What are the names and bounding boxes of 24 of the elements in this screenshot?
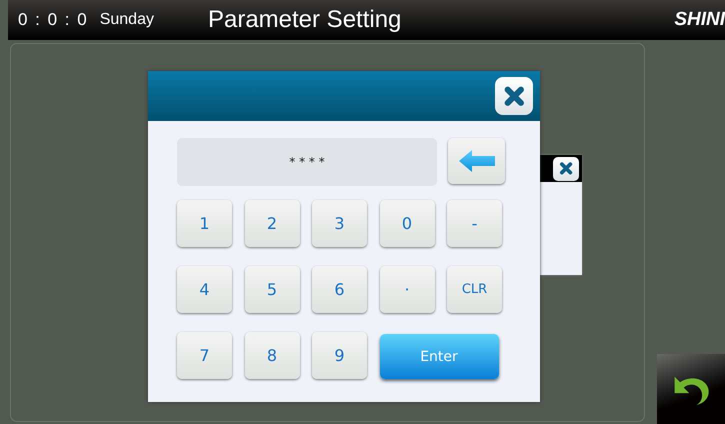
screen-title: Parameter Setting [208, 6, 402, 34]
clock-time: 0 : 0 : 0 [18, 10, 87, 30]
close-button[interactable] [495, 77, 533, 115]
keypad-key[interactable]: · [380, 266, 434, 313]
keypad-key[interactable]: 7 [177, 332, 232, 379]
back-button[interactable] [657, 354, 725, 424]
enter-button[interactable]: Enter [380, 334, 498, 379]
input-field[interactable]: * * * * [177, 138, 437, 186]
keypad-key[interactable]: 8 [244, 332, 300, 379]
logo: SHINI [674, 9, 725, 31]
keypad-key[interactable]: CLR [447, 266, 502, 313]
close-button[interactable] [553, 156, 579, 180]
keypad-key[interactable]: 5 [244, 266, 300, 313]
keypad-key[interactable]: 0 [380, 200, 434, 247]
keypad-key[interactable]: 4 [177, 266, 232, 313]
keypad-key[interactable]: 6 [312, 266, 367, 313]
backspace-button[interactable] [448, 138, 505, 184]
keypad-key[interactable]: 3 [312, 200, 367, 247]
keypad-key[interactable]: - [447, 200, 502, 247]
keypad-key[interactable]: 9 [312, 332, 367, 379]
keypad-key[interactable]: 2 [244, 200, 300, 247]
weekday: Sunday [100, 11, 154, 29]
keypad-key[interactable]: 1 [177, 200, 232, 247]
left-arrow-icon [458, 150, 494, 172]
